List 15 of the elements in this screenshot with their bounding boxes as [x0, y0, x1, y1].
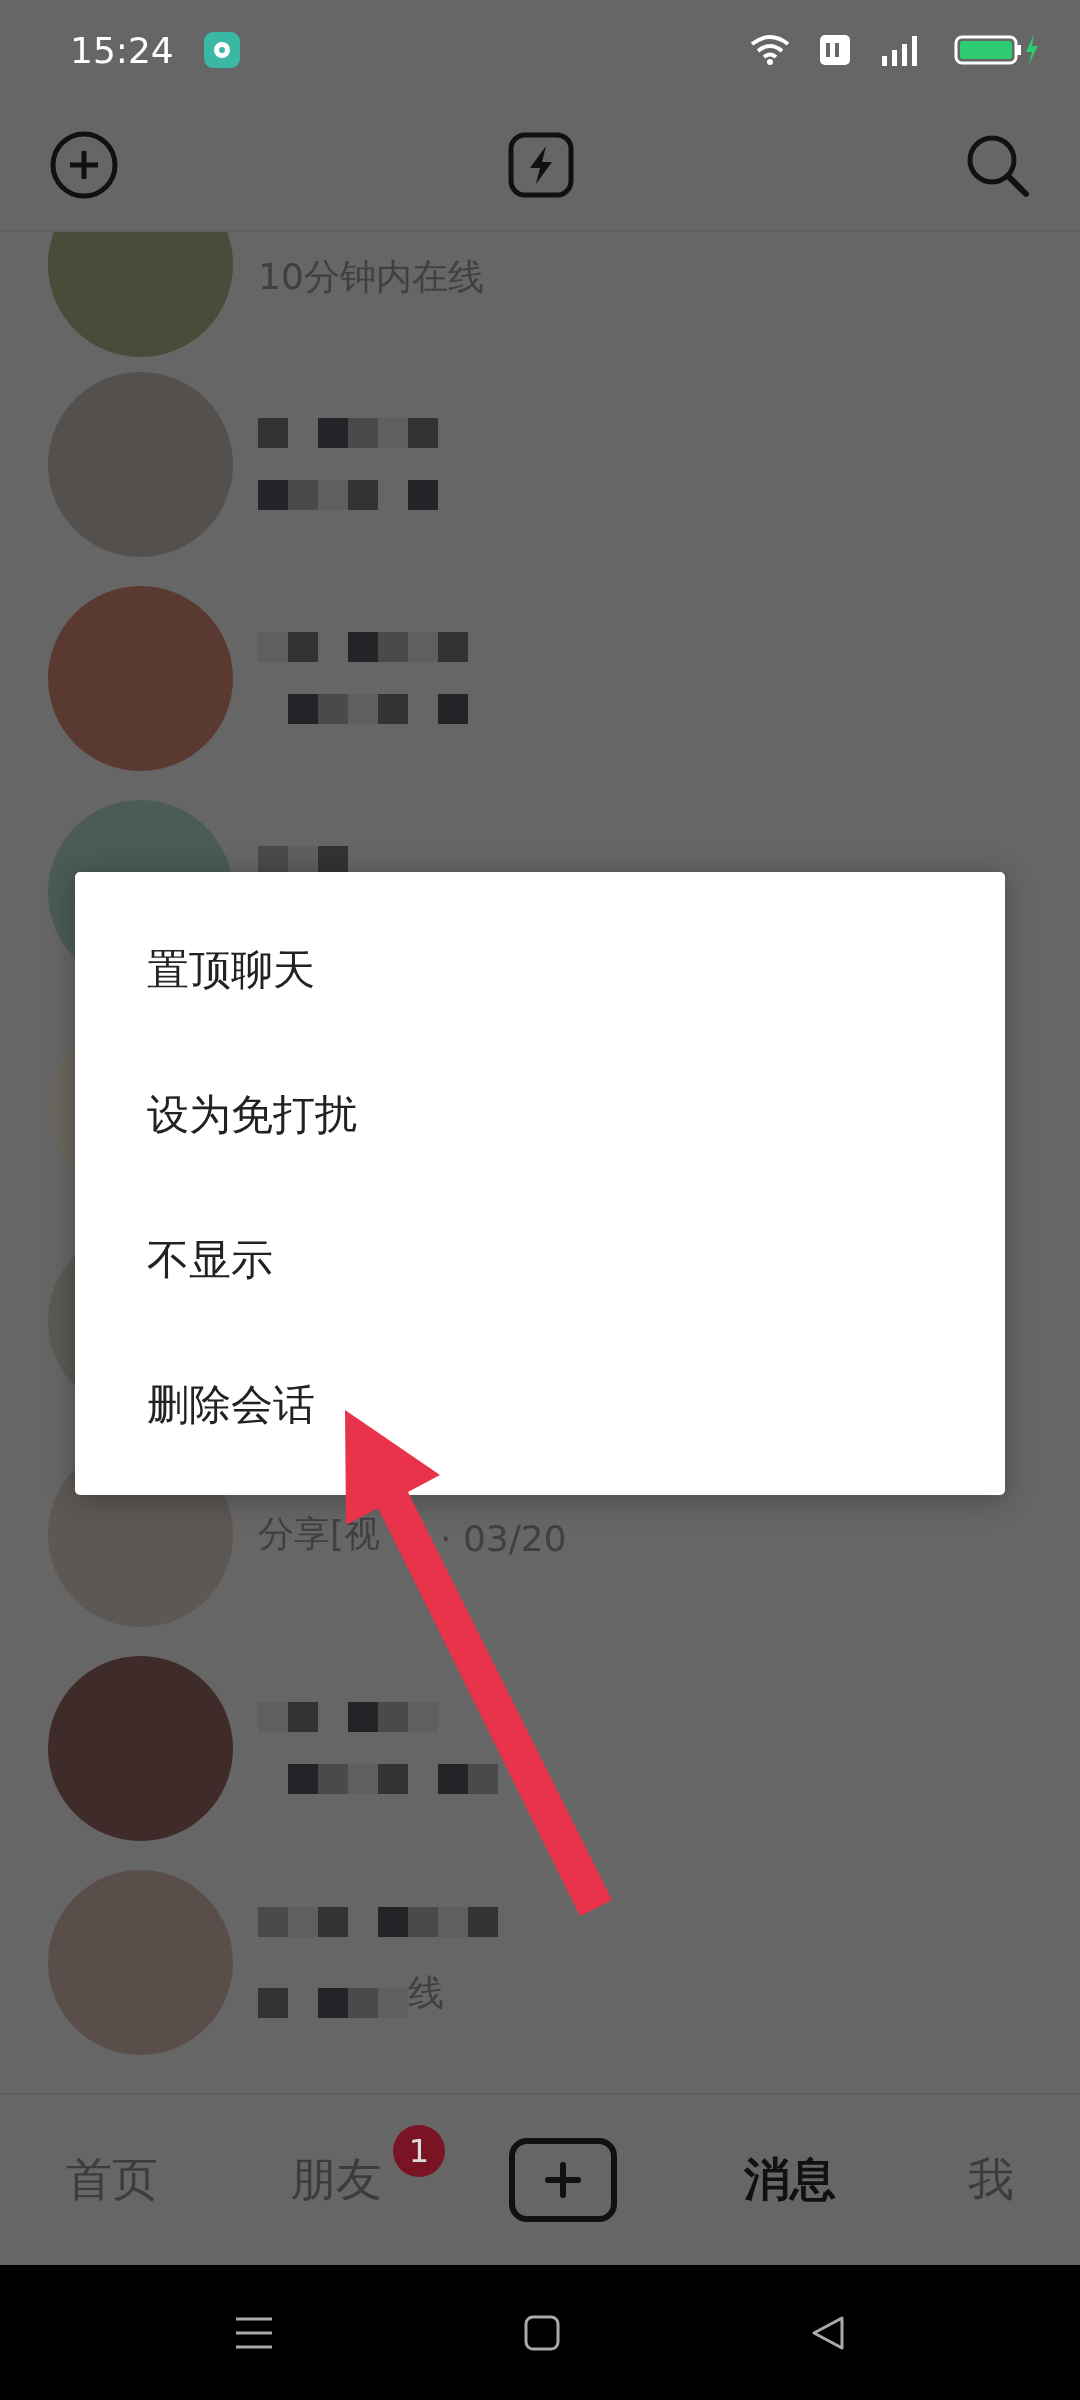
add-icon[interactable]: [50, 131, 118, 199]
home-icon[interactable]: [524, 2314, 560, 2351]
battery-charging-icon: [954, 32, 1040, 68]
notification-badge: 1: [393, 2125, 445, 2177]
wifi-icon: [750, 34, 790, 66]
status-time: 15:24: [70, 29, 174, 71]
menu-item[interactable]: 不显示: [75, 1187, 1005, 1332]
menu-item[interactable]: 删除会话: [75, 1332, 1005, 1477]
plus-icon: [545, 2162, 581, 2198]
app-notification-icon: [203, 32, 240, 68]
lightning-icon[interactable]: [508, 132, 574, 198]
create-button[interactable]: [509, 2138, 617, 2222]
menu-item[interactable]: 设为免打扰: [75, 1042, 1005, 1187]
menu-item[interactable]: 置顶聊天: [75, 897, 1005, 1042]
back-icon[interactable]: [810, 2314, 846, 2351]
